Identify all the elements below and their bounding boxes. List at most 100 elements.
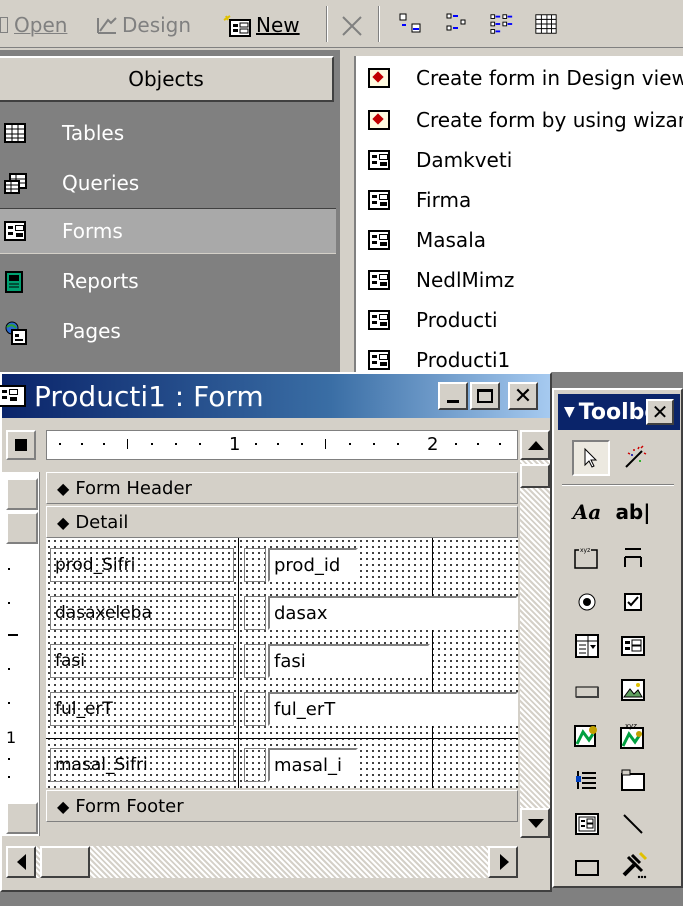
objects-item-reports[interactable]: Reports <box>0 258 336 304</box>
scroll-down-button[interactable] <box>520 808 550 838</box>
new-form-icon <box>222 14 252 37</box>
table-icon <box>4 123 26 143</box>
scroll-thumb[interactable] <box>520 464 550 488</box>
image-tool[interactable] <box>614 672 652 708</box>
field-move-handle[interactable] <box>244 548 266 582</box>
form-title-bar[interactable]: Producti1 : Form ✕ <box>0 374 550 418</box>
form-icon <box>4 221 26 241</box>
section-selector-header[interactable] <box>6 478 38 510</box>
list-item[interactable]: Masala <box>368 220 486 260</box>
checkbox-icon <box>624 593 642 611</box>
page-break-tool[interactable] <box>568 762 606 798</box>
objects-item-pages[interactable]: Pages <box>0 308 336 354</box>
control-wizards-tool[interactable] <box>616 440 654 476</box>
large-icons-view-icon[interactable] <box>398 12 422 36</box>
list-item-label: Producti <box>416 308 498 332</box>
open-button[interactable]: Open <box>0 8 67 42</box>
more-controls-tool[interactable] <box>614 848 652 884</box>
pointer-icon <box>584 447 598 468</box>
list-item-label: Firma <box>416 188 472 212</box>
objects-header[interactable]: Objects <box>0 56 334 102</box>
rectangle-icon <box>575 860 599 876</box>
detail-bar[interactable]: ◆ Detail <box>46 506 518 538</box>
unbound-object-frame-tool[interactable] <box>568 718 606 754</box>
field-move-handle[interactable] <box>244 692 266 726</box>
list-item[interactable]: Damkveti <box>368 140 512 180</box>
minimize-icon <box>447 399 459 403</box>
tab-control-icon <box>621 769 645 791</box>
small-icons-view-icon[interactable] <box>446 12 470 36</box>
line-tool[interactable] <box>614 806 652 842</box>
form-design-window: Producti1 : Form ✕ 1 2 1 ◆ Form Header ◆… <box>0 372 552 892</box>
list-box-tool[interactable] <box>614 628 652 664</box>
list-item[interactable]: Producti <box>368 300 498 340</box>
select-objects-tool[interactable] <box>572 440 610 476</box>
scroll-right-button[interactable] <box>488 846 518 878</box>
option-button-tool[interactable] <box>568 584 606 620</box>
field-label[interactable]: prod_Sifri <box>50 548 234 582</box>
section-selector-footer[interactable] <box>6 802 38 834</box>
list-item[interactable]: Firma <box>368 180 471 220</box>
scroll-up-button[interactable] <box>520 430 550 460</box>
form-icon <box>368 350 390 370</box>
field-textbox[interactable]: ful_erT <box>268 692 518 726</box>
option-group-tool[interactable]: xyz <box>568 540 606 576</box>
maximize-button[interactable] <box>470 382 500 410</box>
list-item-label: NedlMimz <box>416 268 515 292</box>
check-box-tool[interactable] <box>614 584 652 620</box>
toolbox-window: ▼ Toolbox ✕ Aa ab| xyz xyz <box>552 388 683 888</box>
detail-section[interactable]: prod_Sifri prod_id dasaxeleba dasax fasi… <box>46 538 518 788</box>
toolbox-close-button[interactable]: ✕ <box>646 399 674 425</box>
list-item[interactable]: Create form by using wizard <box>368 100 683 140</box>
new-button[interactable]: New <box>222 8 300 42</box>
textbox-tool[interactable]: ab| <box>614 494 652 530</box>
minimize-button[interactable] <box>438 382 468 410</box>
toggle-button-tool[interactable] <box>614 540 652 576</box>
field-move-handle[interactable] <box>244 596 266 630</box>
objects-item-queries[interactable]: Queries <box>0 160 336 206</box>
vertical-scrollbar[interactable] <box>520 430 550 838</box>
objects-item-forms[interactable]: Forms <box>0 208 336 254</box>
close-button[interactable]: ✕ <box>508 382 538 410</box>
rectangle-tool[interactable] <box>568 850 606 886</box>
query-icon <box>4 173 27 194</box>
details-view-icon[interactable] <box>534 12 558 36</box>
form-icon <box>368 150 390 170</box>
field-textbox[interactable]: masal_i <box>268 748 358 782</box>
field-label[interactable]: ful_erT <box>50 692 234 726</box>
page-break-icon <box>576 771 596 789</box>
field-label[interactable]: dasaxeleba <box>50 596 234 630</box>
list-view-icon[interactable] <box>490 12 514 36</box>
combo-box-tool[interactable] <box>568 628 606 664</box>
field-label[interactable]: masal_Sifri <box>50 748 234 782</box>
design-surface[interactable]: ◆ Form Header ◆ Detail prod_Sifri prod_i… <box>46 472 518 842</box>
field-label[interactable]: fasi <box>50 644 234 678</box>
bound-object-frame-tool[interactable]: xyz <box>614 718 652 754</box>
ruler-mark: 2 <box>427 434 439 455</box>
objects-item-tables[interactable]: Tables <box>0 110 336 156</box>
delete-button[interactable] <box>340 8 362 42</box>
field-textbox[interactable]: fasi <box>268 644 430 678</box>
field-move-handle[interactable] <box>244 748 266 782</box>
vertical-ruler-mark: 1 <box>6 728 17 747</box>
form-icon <box>368 230 390 250</box>
field-textbox[interactable]: dasax <box>268 596 518 630</box>
list-item[interactable]: NedlMimz <box>368 260 514 300</box>
subform-tool[interactable] <box>568 806 606 842</box>
toolbox-title-bar[interactable]: ▼ Toolbox ✕ <box>558 394 680 430</box>
form-header-bar[interactable]: ◆ Form Header <box>46 472 518 504</box>
field-textbox[interactable]: prod_id <box>268 548 358 582</box>
design-button[interactable]: Design <box>96 8 191 42</box>
section-selector-detail[interactable] <box>6 512 38 544</box>
tab-control-tool[interactable] <box>614 762 652 798</box>
field-move-handle[interactable] <box>244 644 266 678</box>
horizontal-scrollbar[interactable] <box>6 846 518 878</box>
form-footer-bar[interactable]: ◆ Form Footer <box>46 790 518 822</box>
form-selector[interactable] <box>6 430 36 460</box>
list-item[interactable]: Create form in Design view <box>368 58 683 98</box>
scroll-left-button[interactable] <box>6 846 36 878</box>
command-button-tool[interactable] <box>568 674 606 710</box>
label-tool[interactable]: Aa <box>568 494 606 530</box>
scroll-thumb[interactable] <box>40 846 90 878</box>
ruler-mark: 1 <box>229 434 241 455</box>
